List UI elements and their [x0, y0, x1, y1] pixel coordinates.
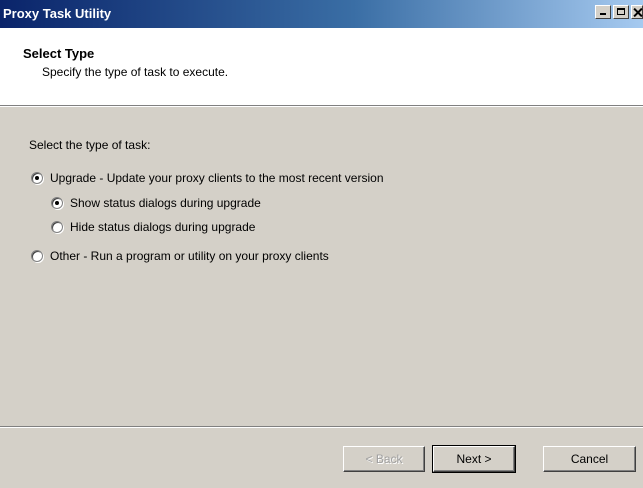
minimize-icon[interactable]: [595, 5, 611, 19]
footer-divider: [0, 426, 643, 428]
cancel-button[interactable]: Cancel: [543, 446, 636, 472]
show-status-option[interactable]: Show status dialogs during upgrade: [51, 196, 261, 210]
title-bar[interactable]: Proxy Task Utility: [0, 0, 643, 28]
window-title: Proxy Task Utility: [3, 6, 112, 21]
hide-status-label: Hide status dialogs during upgrade: [70, 220, 256, 234]
upgrade-radio[interactable]: [31, 172, 43, 184]
show-status-radio[interactable]: [51, 197, 63, 209]
other-label: Other - Run a program or utility on your…: [50, 249, 329, 263]
next-button[interactable]: Next >: [432, 445, 516, 473]
window-controls: [593, 5, 643, 19]
hide-status-radio[interactable]: [51, 221, 63, 233]
header-divider: [0, 105, 643, 107]
other-option[interactable]: Other - Run a program or utility on your…: [31, 249, 329, 263]
page-title: Select Type: [23, 46, 95, 61]
task-type-prompt: Select the type of task:: [29, 138, 151, 152]
hide-status-option[interactable]: Hide status dialogs during upgrade: [51, 220, 255, 234]
upgrade-option[interactable]: Upgrade - Update your proxy clients to t…: [31, 171, 384, 185]
wizard-header: Select Type Specify the type of task to …: [0, 28, 643, 105]
page-subtitle: Specify the type of task to execute.: [42, 65, 229, 79]
maximize-icon[interactable]: [613, 5, 629, 19]
other-radio[interactable]: [31, 250, 43, 262]
show-status-label: Show status dialogs during upgrade: [70, 196, 261, 210]
close-icon[interactable]: [631, 5, 643, 19]
upgrade-label: Upgrade - Update your proxy clients to t…: [50, 171, 384, 185]
back-button[interactable]: < Back: [343, 446, 425, 472]
